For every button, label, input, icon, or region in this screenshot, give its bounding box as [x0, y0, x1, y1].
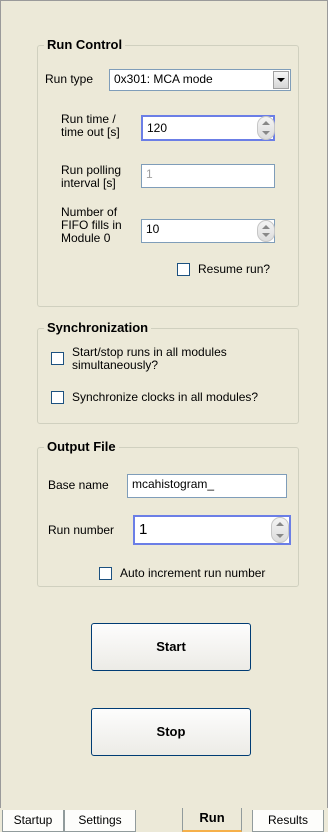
polling-input[interactable]: 1 — [141, 164, 275, 188]
tab-settings[interactable]: Settings — [64, 810, 136, 832]
spin-up-icon[interactable] — [276, 522, 284, 526]
start-stop-checkbox[interactable] — [51, 352, 64, 365]
run-time-spinner[interactable] — [257, 116, 275, 140]
output-file-title: Output File — [44, 439, 119, 454]
auto-increment-checkbox[interactable] — [99, 567, 112, 580]
polling-label: Run polling interval [s] — [61, 163, 122, 190]
run-type-select[interactable]: 0x301: MCA mode — [109, 69, 291, 91]
run-number-input[interactable]: 1 — [133, 515, 291, 545]
resume-checkbox[interactable] — [177, 263, 190, 276]
run-type-label: Run type — [45, 72, 94, 86]
sync-clocks-checkbox[interactable] — [51, 391, 64, 404]
run-control-title: Run Control — [44, 37, 126, 52]
auto-increment-label: Auto increment run number — [120, 566, 266, 580]
tab-results[interactable]: Results — [252, 810, 324, 832]
spin-up-icon[interactable] — [262, 121, 270, 125]
run-number-spinner[interactable] — [271, 517, 289, 543]
fifo-label: Number of FIFO fills in Module 0 — [61, 205, 122, 245]
fifo-spinner[interactable] — [257, 220, 275, 242]
tab-run[interactable]: Run — [182, 808, 242, 832]
sync-clocks-label: Synchronize clocks in all modules? — [72, 390, 259, 404]
base-name-label: Base name — [48, 478, 109, 492]
spin-up-icon[interactable] — [262, 225, 270, 229]
run-type-value: 0x301: MCA mode — [114, 72, 213, 86]
spin-down-icon[interactable] — [262, 131, 270, 135]
tab-startup[interactable]: Startup — [2, 810, 64, 832]
synchronization-title: Synchronization — [44, 320, 152, 335]
start-stop-label: Start/stop runs in all modules simultane… — [72, 345, 227, 372]
run-number-label: Run number — [48, 523, 115, 537]
run-panel: Run Control Run type 0x301: MCA mode Run… — [0, 0, 328, 808]
start-button[interactable]: Start — [91, 623, 251, 671]
run-time-input[interactable]: 120 — [141, 115, 275, 141]
spin-down-icon[interactable] — [262, 233, 270, 237]
resume-label: Resume run? — [198, 262, 271, 276]
base-name-input[interactable]: mcahistogram_ — [127, 474, 287, 498]
synchronization-group: Synchronization — [37, 320, 299, 424]
chevron-down-icon[interactable] — [273, 71, 289, 89]
spin-down-icon[interactable] — [276, 534, 284, 538]
fifo-input[interactable]: 10 — [141, 219, 275, 243]
tab-bar: Startup Settings Run Results — [0, 808, 328, 832]
stop-button[interactable]: Stop — [91, 708, 251, 756]
run-time-label: Run time / time out [s] — [61, 112, 120, 139]
